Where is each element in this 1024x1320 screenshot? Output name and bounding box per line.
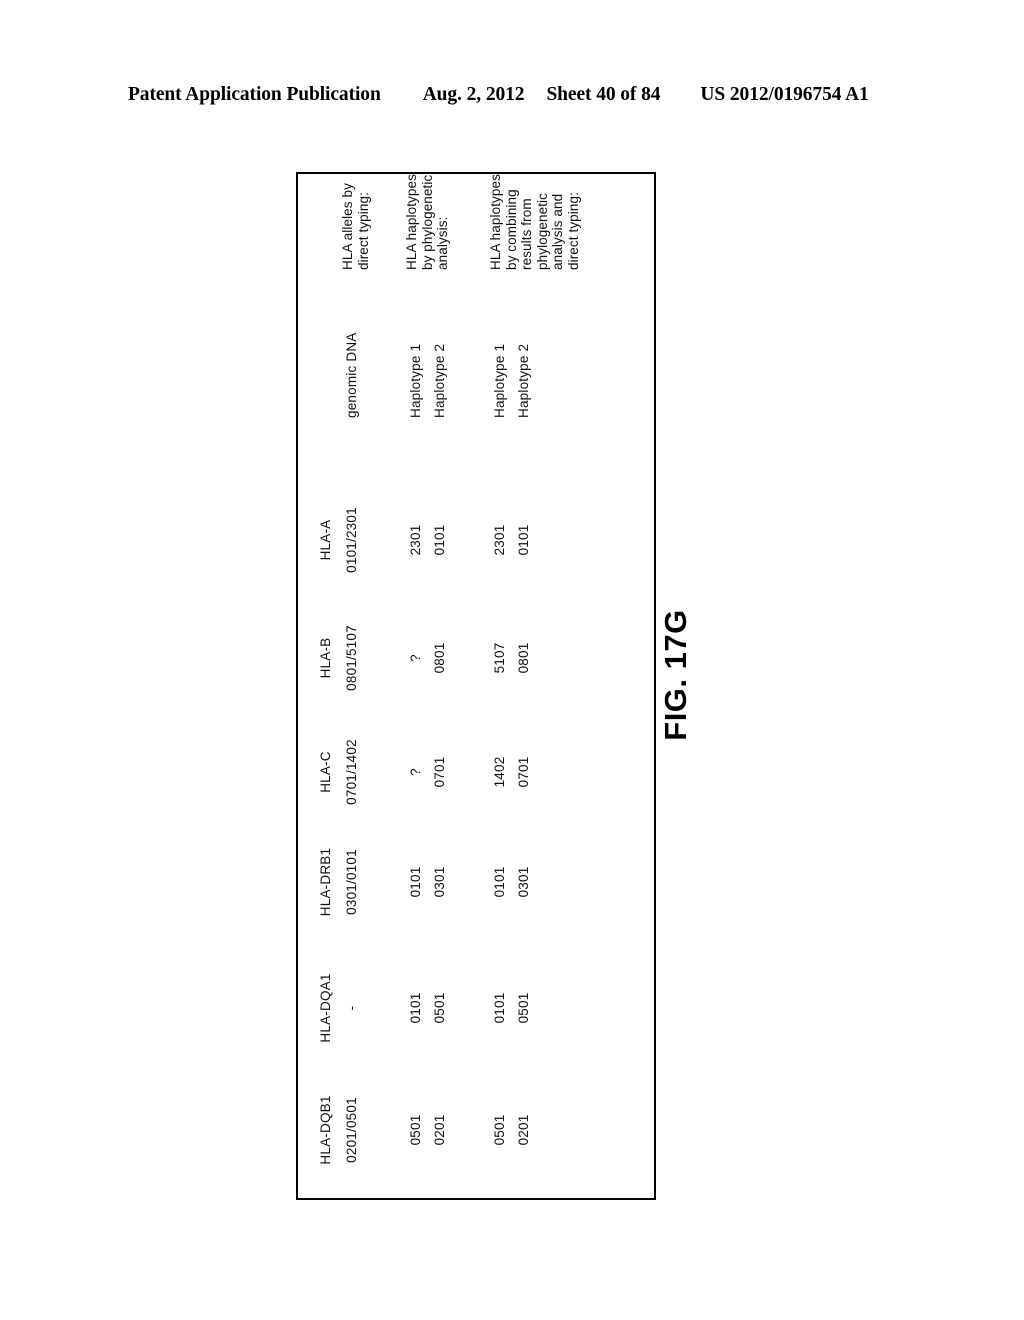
table-cell: 0301/0101 (344, 849, 359, 915)
publication-date: Aug. 2, 2012 (422, 84, 525, 105)
table-cell: 0501 (432, 992, 447, 1024)
column-header-hla-dqb1: HLA-DQB1 (318, 1095, 333, 1165)
table-cell: 0801 (516, 642, 531, 674)
table-cell: 0101 (492, 992, 507, 1024)
table-cell: 0501 (492, 1114, 507, 1146)
sheet-number: Sheet 40 of 84 (546, 84, 661, 105)
table-cell: 0501 (408, 1114, 423, 1146)
figure-table-stage: HLA-A HLA-B HLA-C HLA-DRB1 HLA-DQA1 HLA-… (296, 172, 656, 1200)
table-cell: 0201 (432, 1114, 447, 1146)
row-label-haplotype-2: Haplotype 2 (516, 343, 531, 418)
group-label-phylogenetic: HLA haplotypes by phylogenetic analysis: (404, 174, 450, 270)
table-cell: 0301 (432, 866, 447, 898)
table-cell: 0101 (516, 524, 531, 556)
row-label-haplotype-1: Haplotype 1 (492, 343, 507, 418)
column-header-hla-b: HLA-B (318, 637, 333, 679)
table-cell: 0801/5107 (344, 625, 359, 691)
publication-label: Patent Application Publication (128, 84, 381, 105)
row-label-haplotype-2: Haplotype 2 (432, 343, 447, 418)
group-label-direct-typing: HLA alleles by direct typing: (340, 183, 371, 270)
table-cell: 2301 (492, 524, 507, 556)
table-cell: - (344, 1005, 359, 1011)
table-cell: 0501 (516, 992, 531, 1024)
table-cell: 1402 (492, 756, 507, 788)
column-header-hla-c: HLA-C (318, 751, 333, 793)
table-cell: 0301 (516, 866, 531, 898)
column-header-hla-a: HLA-A (318, 519, 333, 561)
column-header-hla-dqa1: HLA-DQA1 (318, 973, 333, 1043)
table-cell: 0801 (432, 642, 447, 674)
figure-caption-text: FIG. 17G (658, 609, 693, 741)
table-cell: 0101 (432, 524, 447, 556)
hla-allele-table: HLA-A HLA-B HLA-C HLA-DRB1 HLA-DQA1 HLA-… (296, 172, 656, 1200)
page-header: Patent Application Publication Aug. 2, 2… (128, 84, 896, 110)
table-cell: 0201 (516, 1114, 531, 1146)
table-cell: 0101 (492, 866, 507, 898)
group-label-combined: HLA haplotypes by combining results from… (488, 174, 581, 270)
table-cell: 5107 (492, 642, 507, 674)
patent-number: US 2012/0196754 A1 (700, 84, 869, 105)
table-cell: 0701/1402 (344, 739, 359, 805)
figure-caption: FIG. 17G (646, 560, 706, 790)
table-cell: ? (408, 654, 423, 662)
row-label-haplotype-1: Haplotype 1 (408, 343, 423, 418)
table-cell: ? (408, 768, 423, 776)
table-cell: 0101 (408, 992, 423, 1024)
column-header-hla-drb1: HLA-DRB1 (318, 847, 333, 917)
table-cell: 0101/2301 (344, 507, 359, 573)
table-cell: 0101 (408, 866, 423, 898)
table-cell: 0201/0501 (344, 1097, 359, 1163)
table-cell: 0701 (432, 756, 447, 788)
table-cell: 0701 (516, 756, 531, 788)
row-label-genomic-dna: genomic DNA (344, 332, 359, 418)
table-cell: 2301 (408, 524, 423, 556)
